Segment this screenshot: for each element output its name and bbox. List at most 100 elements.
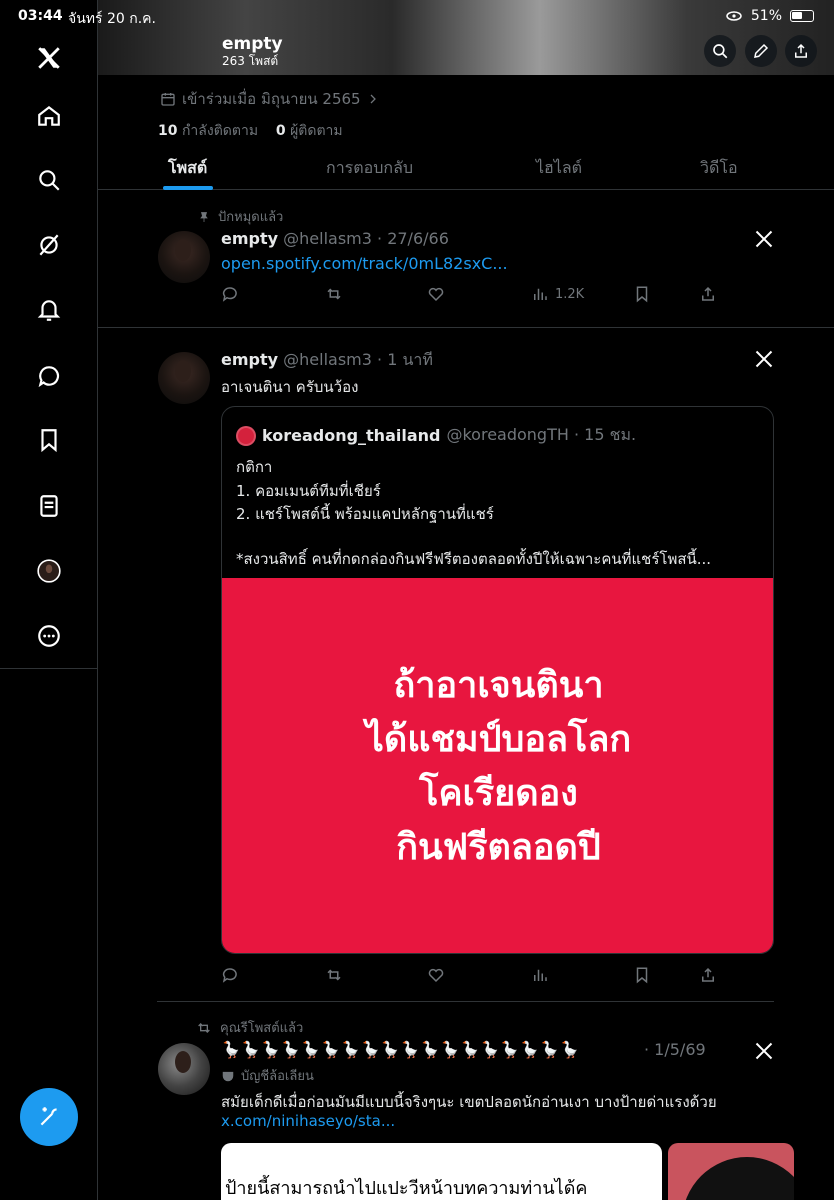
profile-name: empty — [222, 34, 283, 54]
tab-videos[interactable]: วิดีโอ — [700, 156, 738, 181]
post-text: สมัยเด็กดีเมื่อก่อนมันมีแบบนี้จริงๆนะ เข… — [221, 1093, 717, 1111]
post-divider — [98, 327, 834, 328]
quoted-post-card[interactable]: koreadong_thailand @koreadongTH · 15 ชม.… — [221, 406, 774, 954]
pencil-icon — [754, 43, 769, 58]
post-author-avatar[interactable] — [158, 1043, 210, 1095]
compose-post-button[interactable] — [20, 1088, 78, 1146]
profile-avatar-icon[interactable] — [25, 547, 73, 595]
search-button[interactable] — [704, 35, 736, 67]
author-name[interactable]: empty — [221, 350, 278, 369]
quoted-author-name: koreadong_thailand — [262, 426, 441, 445]
x-logo-icon[interactable] — [25, 34, 73, 82]
author-handle-date[interactable]: @hellasm3 · 1 นาที — [283, 350, 433, 369]
bookmark-button[interactable] — [633, 966, 651, 984]
tab-posts[interactable]: โพสต์ — [168, 156, 207, 181]
share-post-button[interactable] — [699, 966, 717, 984]
post-link[interactable]: x.com/ninihaseyo/sta... — [221, 1112, 395, 1130]
share-icon — [795, 43, 807, 58]
views-chart-icon — [534, 288, 547, 300]
x-source-icon[interactable] — [754, 229, 774, 249]
home-icon[interactable] — [25, 92, 73, 140]
author-name[interactable]: 🪿🪿🪿🪿🪿🪿🪿🪿🪿🪿🪿🪿🪿🪿🪿🪿🪿🪿 — [221, 1040, 580, 1059]
tab-highlights[interactable]: ไฮไลต์ — [536, 156, 582, 181]
x-source-icon[interactable] — [754, 1041, 774, 1061]
repost-icon — [198, 1022, 210, 1033]
post-header: empty @hellasm3 · 1 นาที — [221, 348, 433, 373]
spotify-link[interactable]: open.spotify.com/track/0mL82sxC... — [221, 254, 508, 273]
author-handle-date[interactable]: @hellasm3 · 27/6/66 — [283, 229, 449, 248]
views-count: 1.2K — [555, 286, 585, 302]
quoted-author-avatar — [236, 425, 256, 446]
active-tab-indicator — [163, 186, 213, 190]
follow-stats: 10 กำลังติดตาม 0 ผู้ติดตาม — [158, 120, 343, 142]
calendar-icon — [161, 93, 175, 106]
chevron-right-icon — [370, 94, 376, 104]
notifications-bell-icon[interactable] — [25, 286, 73, 334]
heart-icon — [428, 968, 444, 983]
bookmark-icon — [636, 286, 648, 303]
followers-link[interactable]: 0 ผู้ติดตาม — [276, 123, 343, 139]
edit-button[interactable] — [745, 35, 777, 67]
compose-feather-icon — [40, 1107, 57, 1126]
search-icon — [713, 44, 728, 59]
following-link[interactable]: 10 กำลังติดตาม — [158, 123, 258, 139]
like-button[interactable] — [427, 966, 445, 984]
reply-button[interactable] — [221, 285, 239, 303]
followers-label: ผู้ติดตาม — [290, 123, 343, 139]
post-author-avatar[interactable] — [158, 352, 210, 404]
heart-icon — [428, 287, 444, 302]
repost-button[interactable] — [325, 966, 343, 984]
views-button[interactable] — [531, 966, 549, 984]
screen-mirror-icon — [726, 11, 742, 21]
image-text-line: โคเรียดอง — [419, 772, 578, 814]
messages-bubble-icon[interactable] — [25, 352, 73, 400]
bookmark-icon — [636, 967, 648, 984]
post-divider — [157, 1001, 774, 1002]
repost-icon — [327, 969, 341, 981]
image-text-line: กินฟรีตลอดปี — [396, 826, 601, 868]
grok-icon[interactable] — [25, 221, 73, 269]
author-name[interactable]: empty — [221, 229, 278, 248]
post-date[interactable]: · 1/5/69 — [644, 1040, 706, 1059]
pinned-label: ปักหมุดแล้ว — [218, 210, 284, 225]
post-media-image[interactable]: ป้ายนี้สามารถนำไปแปะวีหน้าบทความท่านได้ค — [221, 1143, 662, 1200]
reply-button[interactable] — [221, 966, 239, 984]
image-text-line: ได้แชมป์บอลโลก — [365, 718, 632, 760]
more-options-icon[interactable] — [25, 612, 73, 660]
like-button[interactable] — [427, 285, 445, 303]
joined-date[interactable]: เข้าร่วมเมื่อ มิถุนายน 2565 — [160, 87, 379, 111]
post-header: 🪿🪿🪿🪿🪿🪿🪿🪿🪿🪿🪿🪿🪿🪿🪿🪿🪿🪿 — [221, 1040, 651, 1059]
share-button[interactable] — [785, 35, 817, 67]
share-post-button[interactable] — [699, 285, 717, 303]
bookmark-button[interactable] — [633, 285, 651, 303]
followers-count: 0 — [275, 123, 286, 139]
repost-icon — [327, 288, 341, 300]
lists-icon[interactable] — [25, 482, 73, 530]
quoted-text-line: กติกา — [236, 458, 273, 476]
following-count: 10 — [158, 123, 178, 139]
quoted-text-line: 1. คอมเมนต์ทีมที่เชียร์ — [236, 482, 381, 500]
status-date: จันทร์ 20 ก.ค. — [68, 11, 156, 27]
share-icon — [702, 286, 714, 301]
repost-button[interactable] — [325, 285, 343, 303]
bookmarks-icon[interactable] — [25, 416, 73, 464]
pinned-indicator: ปักหมุดแล้ว — [198, 206, 283, 227]
status-bar: 03:44 จันทร์ 20 ก.ค. 51% — [0, 0, 834, 32]
quoted-image[interactable]: ถ้าอาเจนตินา ได้แชมป์บอลโลก โคเรียดอง กิ… — [222, 578, 773, 953]
repost-indicator: คุณรีโพสต์แล้ว — [196, 1017, 303, 1038]
pin-icon — [200, 211, 208, 222]
battery-percent: 51% — [750, 8, 782, 24]
search-icon[interactable] — [25, 156, 73, 204]
views-button[interactable]: 1.2K — [531, 285, 584, 303]
battery-icon — [790, 10, 814, 22]
share-icon — [702, 967, 714, 982]
tab-replies[interactable]: การตอบกลับ — [326, 156, 413, 181]
post-author-avatar[interactable] — [158, 231, 210, 283]
parody-badge: บัญชีล้อเลียน — [221, 1065, 314, 1086]
following-label: กำลังติดตาม — [181, 123, 259, 139]
post-media-image[interactable] — [668, 1143, 794, 1200]
reply-icon — [222, 968, 237, 983]
reply-icon — [222, 287, 237, 302]
x-source-icon[interactable] — [754, 349, 774, 369]
repost-label: คุณรีโพสต์แล้ว — [220, 1021, 304, 1036]
